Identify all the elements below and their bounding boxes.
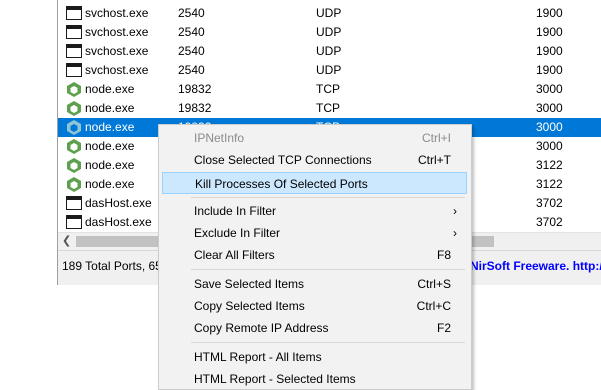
menu-item-label: Include In Filter [194, 204, 277, 218]
table-row[interactable]: svchost.exe 2540 UDP 1900 [58, 23, 601, 42]
menu-item-label: Copy Remote IP Address [194, 321, 329, 335]
process-name: svchost.exe [85, 63, 149, 77]
nodejs-icon [66, 101, 82, 116]
chevron-right-icon: › [453, 204, 457, 218]
process-name: svchost.exe [85, 25, 149, 39]
menu-item-copy-selected-items[interactable]: Copy Selected Items Ctrl+C [162, 295, 467, 317]
window-app-icon [66, 63, 82, 78]
process-id: 2540 [178, 44, 205, 58]
protocol: UDP [316, 25, 342, 39]
process-name: svchost.exe [85, 44, 149, 58]
menu-item-label: Save Selected Items [194, 277, 305, 291]
table-row[interactable]: node.exe 19832 TCP 3000 [58, 80, 601, 99]
window-app-icon [66, 25, 82, 40]
menu-separator [191, 269, 465, 270]
local-port: 3000 [536, 139, 563, 153]
process-name: svchost.exe [85, 6, 149, 20]
local-port: 3122 [536, 177, 563, 191]
menu-item-label: Exclude In Filter [194, 226, 281, 240]
table-row[interactable]: svchost.exe 2540 UDP 1900 [58, 4, 601, 23]
menu-item-label: Clear All Filters [194, 248, 275, 262]
status-total-ports: 189 Total Ports, 65 [62, 259, 162, 273]
window-app-icon [66, 215, 82, 230]
local-port: 1900 [536, 44, 563, 58]
menu-item-shortcut: F2 [436, 321, 451, 335]
menu-item-ipnetinfo[interactable]: IPNetInfo Ctrl+I [162, 127, 467, 149]
local-port: 1900 [536, 25, 563, 39]
menu-item-label: Close Selected TCP Connections [194, 153, 372, 167]
menu-item-shortcut: Ctrl+S [417, 277, 451, 291]
menu-item-html-report-all[interactable]: HTML Report - All Items [162, 346, 467, 368]
process-name: node.exe [85, 158, 135, 172]
window-app-icon [66, 6, 82, 21]
local-port: 3000 [536, 120, 563, 134]
process-name: dasHost.exe [85, 196, 152, 210]
local-port: 3702 [536, 196, 563, 210]
table-row[interactable]: svchost.exe 2540 UDP 1900 [58, 61, 601, 80]
chevron-right-icon: › [453, 226, 457, 240]
process-id: 2540 [178, 63, 205, 77]
process-name: dasHost.exe [85, 215, 152, 229]
menu-item-kill-processes[interactable]: Kill Processes Of Selected Ports [162, 172, 467, 194]
process-id: 2540 [178, 6, 205, 20]
process-id: 19832 [178, 82, 212, 96]
protocol: UDP [316, 44, 342, 58]
context-menu: IPNetInfo Ctrl+I Close Selected TCP Conn… [158, 124, 472, 390]
local-port: 3000 [536, 82, 563, 96]
chevron-left-icon[interactable]: ❮ [62, 234, 71, 247]
menu-item-shortcut: Ctrl+T [418, 153, 451, 167]
nodejs-icon [66, 82, 82, 97]
window-app-icon [66, 44, 82, 59]
menu-item-shortcut: F8 [436, 248, 451, 262]
process-name: node.exe [85, 101, 135, 115]
local-port: 3122 [536, 158, 563, 172]
table-row[interactable]: svchost.exe 2540 UDP 1900 [58, 42, 601, 61]
menu-item-save-selected-items[interactable]: Save Selected Items Ctrl+S [162, 273, 467, 295]
protocol: TCP [316, 82, 340, 96]
menu-item-copy-remote-ip[interactable]: Copy Remote IP Address F2 [162, 317, 467, 339]
nodejs-icon [66, 139, 82, 154]
menu-separator [191, 342, 465, 343]
nodejs-icon [66, 158, 82, 173]
nodejs-icon [66, 177, 82, 192]
menu-item-clear-all-filters[interactable]: Clear All Filters F8 [162, 244, 467, 266]
local-port: 1900 [536, 6, 563, 20]
menu-separator [191, 197, 465, 198]
local-port: 3000 [536, 101, 563, 115]
menu-item-include-in-filter[interactable]: Include In Filter › [162, 200, 467, 222]
window-app-icon [66, 196, 82, 211]
process-name: node.exe [85, 82, 135, 96]
menu-item-label: Kill Processes Of Selected Ports [195, 177, 368, 191]
menu-item-shortcut: Ctrl+I [421, 131, 451, 145]
protocol: UDP [316, 63, 342, 77]
menu-item-close-tcp-connections[interactable]: Close Selected TCP Connections Ctrl+T [162, 149, 467, 171]
menu-item-label: HTML Report - All Items [194, 350, 322, 364]
process-name: node.exe [85, 120, 135, 134]
local-port: 1900 [536, 63, 563, 77]
local-port: 3702 [536, 215, 563, 229]
protocol: UDP [316, 6, 342, 20]
menu-item-exclude-in-filter[interactable]: Exclude In Filter › [162, 222, 467, 244]
process-name: node.exe [85, 139, 135, 153]
menu-item-shortcut: Ctrl+C [416, 299, 451, 313]
process-id: 19832 [178, 101, 212, 115]
process-id: 2540 [178, 25, 205, 39]
protocol: TCP [316, 101, 340, 115]
nodejs-icon [66, 120, 82, 135]
table-row[interactable]: node.exe 19832 TCP 3000 [58, 99, 601, 118]
menu-item-label: HTML Report - Selected Items [194, 372, 356, 386]
menu-item-html-report-selected[interactable]: HTML Report - Selected Items [162, 368, 467, 390]
menu-item-label: Copy Selected Items [194, 299, 305, 313]
menu-item-label: IPNetInfo [194, 131, 245, 145]
process-name: node.exe [85, 177, 135, 191]
nirsoft-link[interactable]: NirSoft Freeware. http:// [470, 259, 601, 273]
